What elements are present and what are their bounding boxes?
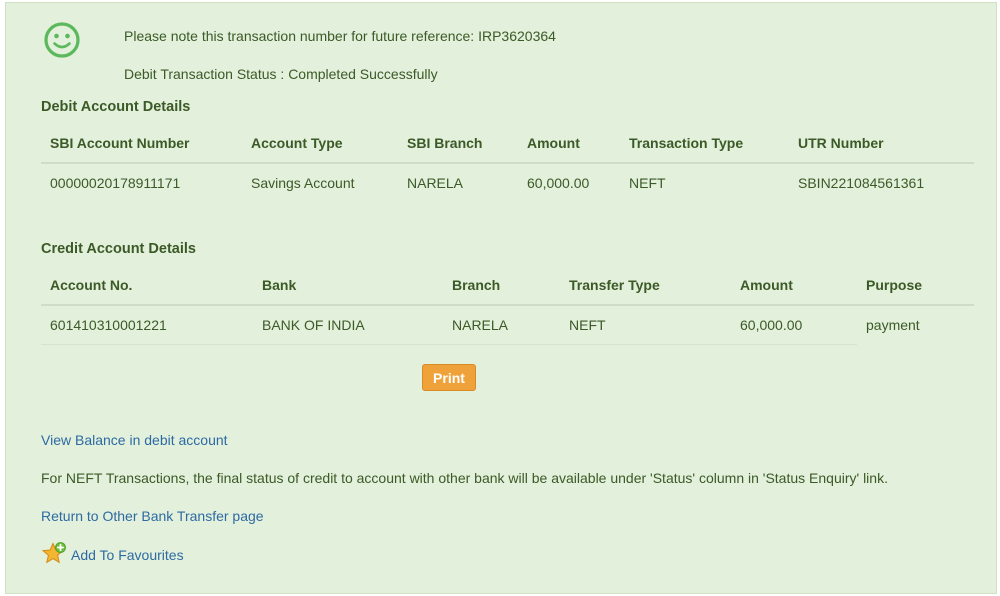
debit-status: Debit Transaction Status : Completed Suc…	[124, 66, 438, 82]
column-header: Transfer Type	[560, 266, 731, 306]
debit-section-title: Debit Account Details	[41, 99, 191, 115]
table-cell: NEFT	[560, 305, 731, 345]
table-cell: 601410310001221	[41, 305, 253, 345]
table-cell: NEFT	[629, 175, 666, 191]
table-cell: payment	[866, 317, 920, 334]
table-row: 00000020178911171 Savings Account NARELA…	[41, 163, 974, 202]
table-row: 601410310001221 BANK OF INDIA NARELA NEF…	[41, 305, 974, 345]
credit-section-title: Credit Account Details	[41, 241, 196, 257]
transaction-result-panel: Please note this transaction number for …	[5, 2, 997, 594]
table-cell: NARELA	[407, 175, 464, 191]
column-header: UTR Number	[789, 124, 974, 164]
column-header: Transaction Type	[620, 124, 789, 164]
table-cell: SBIN221084561361	[798, 175, 925, 191]
table-cell: Savings Account	[251, 175, 355, 191]
neft-info-text: For NEFT Transactions, the final status …	[41, 470, 888, 486]
view-balance-link[interactable]: View Balance in debit account	[41, 432, 228, 448]
table-cell: 00000020178911171	[50, 175, 181, 191]
table-cell: BANK OF INDIA	[253, 305, 443, 345]
column-header: Account No.	[41, 266, 253, 306]
column-header: Purpose	[857, 266, 974, 306]
star-plus-icon[interactable]	[41, 541, 67, 567]
table-header-row: SBI Account Number Account Type SBI Bran…	[41, 124, 974, 164]
reference-note: Please note this transaction number for …	[124, 28, 556, 44]
smiley-icon	[44, 22, 80, 58]
column-header: Branch	[443, 266, 560, 306]
column-header: Amount	[731, 266, 857, 306]
column-header: Bank	[253, 266, 443, 306]
print-button[interactable]: Print	[422, 364, 476, 391]
debit-details-table: SBI Account Number Account Type SBI Bran…	[41, 124, 974, 202]
return-to-transfer-link[interactable]: Return to Other Bank Transfer page	[41, 508, 264, 524]
table-header-row: Account No. Bank Branch Transfer Type Am…	[41, 266, 974, 306]
credit-details-table: Account No. Bank Branch Transfer Type Am…	[41, 266, 974, 345]
column-header: Account Type	[242, 124, 398, 164]
add-to-favourites-link[interactable]: Add To Favourites	[71, 547, 184, 563]
column-header: SBI Account Number	[41, 124, 242, 164]
table-cell: 60,000.00	[527, 175, 590, 191]
table-cell: 60,000.00	[731, 305, 857, 345]
column-header: SBI Branch	[398, 124, 518, 164]
table-cell: NARELA	[443, 305, 560, 345]
column-header: Amount	[518, 124, 620, 164]
